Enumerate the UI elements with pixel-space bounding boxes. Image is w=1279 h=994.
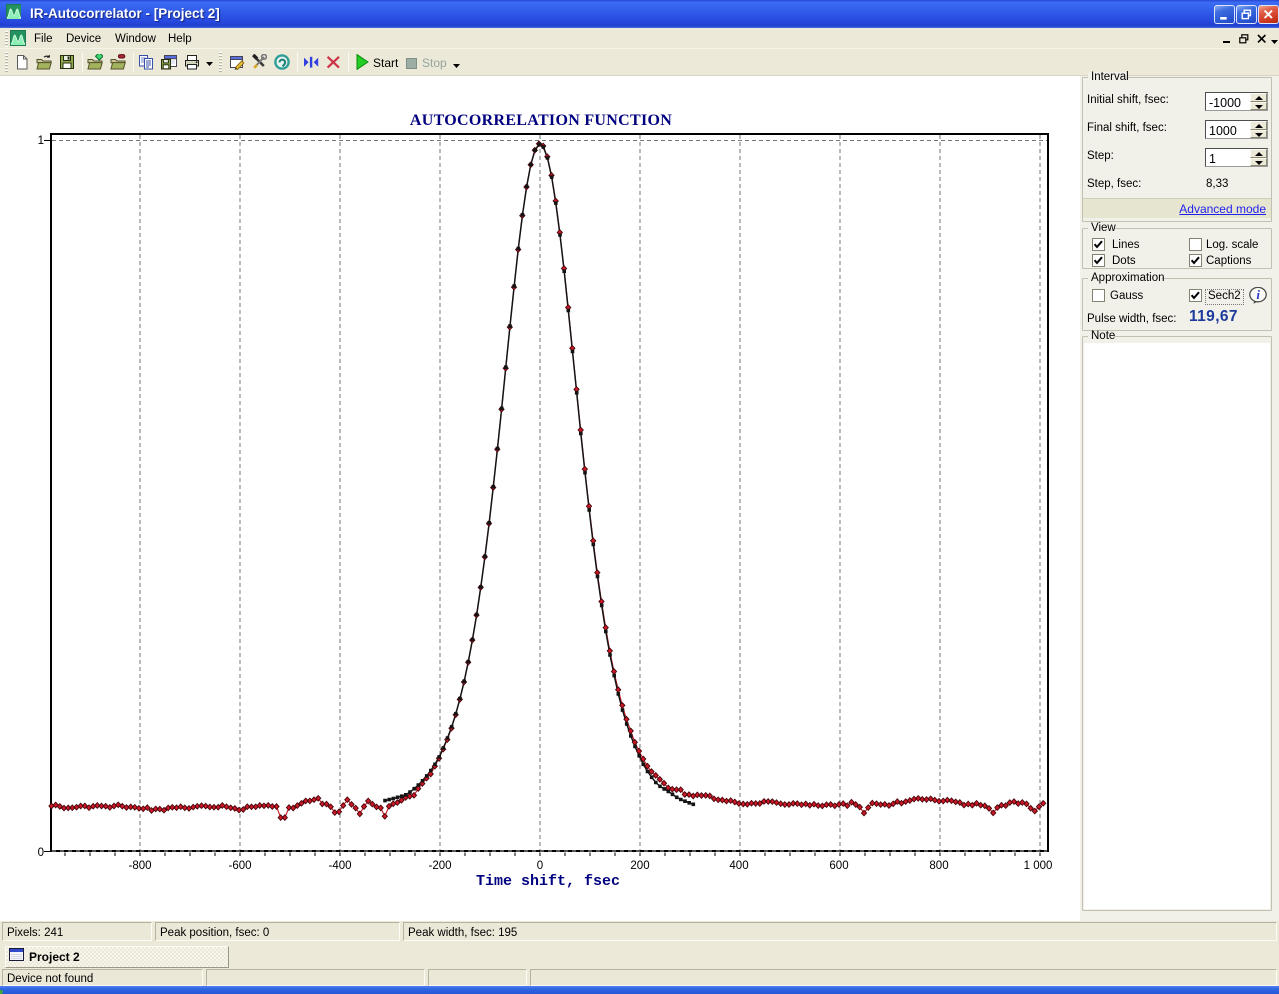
svg-text:200: 200 <box>630 860 649 872</box>
svg-text:-800: -800 <box>128 860 151 872</box>
svg-text:-600: -600 <box>228 860 251 872</box>
svg-text:0: 0 <box>38 847 44 859</box>
svg-text:-200: -200 <box>428 860 451 872</box>
svg-text:0: 0 <box>537 860 543 872</box>
svg-text:-400: -400 <box>328 860 351 872</box>
svg-text:600: 600 <box>829 860 848 872</box>
svg-text:1 000: 1 000 <box>1024 860 1053 872</box>
svg-text:i: i <box>1256 287 1260 302</box>
svg-text:Time shift, fsec: Time shift, fsec <box>476 873 620 890</box>
svg-text:400: 400 <box>729 860 748 872</box>
svg-text:800: 800 <box>929 860 948 872</box>
svg-text:1: 1 <box>38 135 44 147</box>
svg-text:AUTOCORRELATION FUNCTION: AUTOCORRELATION FUNCTION <box>410 112 672 129</box>
